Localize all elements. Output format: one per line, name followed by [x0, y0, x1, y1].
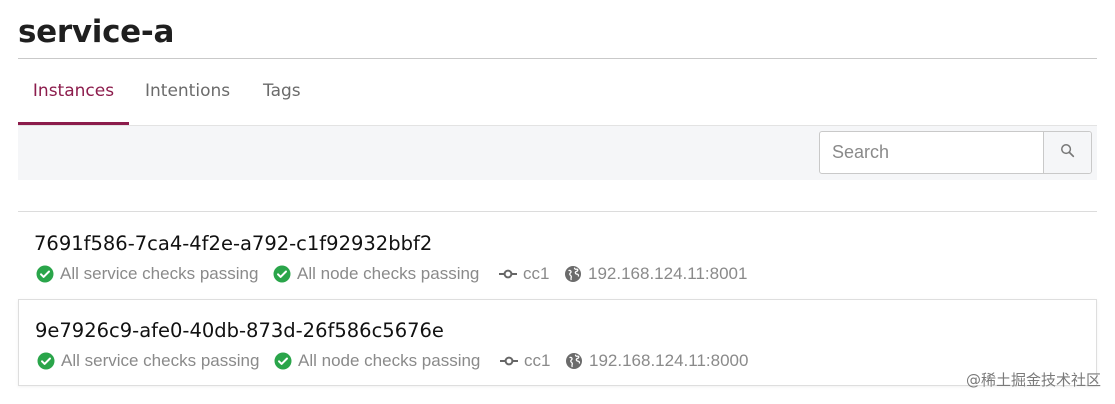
tab-intentions[interactable]: Intentions [145, 60, 230, 125]
search-button[interactable] [1043, 132, 1091, 173]
search-box [819, 131, 1092, 174]
instance-address: 192.168.124.11:8001 [564, 264, 747, 284]
instance-id-link[interactable]: 9e7926c9-afe0-40db-873d-26f586c5676e [35, 319, 444, 342]
watermark: @稀土掘金技术社区 [965, 371, 1101, 389]
node-checks-label: All node checks passing [298, 351, 481, 370]
search-icon [1060, 143, 1075, 163]
node-name: cc1 [500, 351, 565, 371]
tab-tags[interactable]: Tags [263, 60, 301, 125]
instance-meta: All service checks passing All node chec… [36, 263, 747, 285]
check-circle-icon [274, 352, 292, 370]
tab-instances[interactable]: Instances [18, 60, 129, 125]
service-checks-label: All service checks passing [61, 351, 260, 370]
address-label: 192.168.124.11:8000 [589, 351, 749, 370]
search-input[interactable] [820, 132, 1043, 173]
node-name-label: cc1 [524, 351, 551, 370]
filter-toolbar [18, 126, 1097, 180]
check-circle-icon [273, 265, 291, 283]
git-commit-icon [499, 268, 517, 280]
service-checks-status: All service checks passing [36, 264, 273, 284]
node-checks-status: All node checks passing [273, 264, 499, 284]
check-circle-icon [37, 352, 55, 370]
page-title: service-a [18, 14, 175, 50]
globe-icon [564, 265, 582, 283]
instance-address: 192.168.124.11:8000 [565, 351, 748, 371]
globe-icon [565, 352, 583, 370]
title-divider [18, 58, 1097, 59]
node-name-label: cc1 [523, 264, 550, 283]
instance-row: 7691f586-7ca4-4f2e-a792-c1f92932bbf2 All… [18, 212, 1097, 299]
git-commit-icon [500, 355, 518, 367]
instance-row: 9e7926c9-afe0-40db-873d-26f586c5676e All… [18, 299, 1097, 386]
address-label: 192.168.124.11:8001 [588, 264, 748, 283]
node-checks-label: All node checks passing [297, 264, 480, 283]
instance-id-link[interactable]: 7691f586-7ca4-4f2e-a792-c1f92932bbf2 [34, 232, 432, 255]
service-checks-label: All service checks passing [60, 264, 259, 283]
service-checks-status: All service checks passing [37, 351, 274, 371]
check-circle-icon [36, 265, 54, 283]
node-checks-status: All node checks passing [274, 351, 500, 371]
node-name: cc1 [499, 264, 564, 284]
tab-bar: Instances Intentions Tags [18, 60, 1097, 126]
instance-meta: All service checks passing All node chec… [37, 350, 748, 372]
